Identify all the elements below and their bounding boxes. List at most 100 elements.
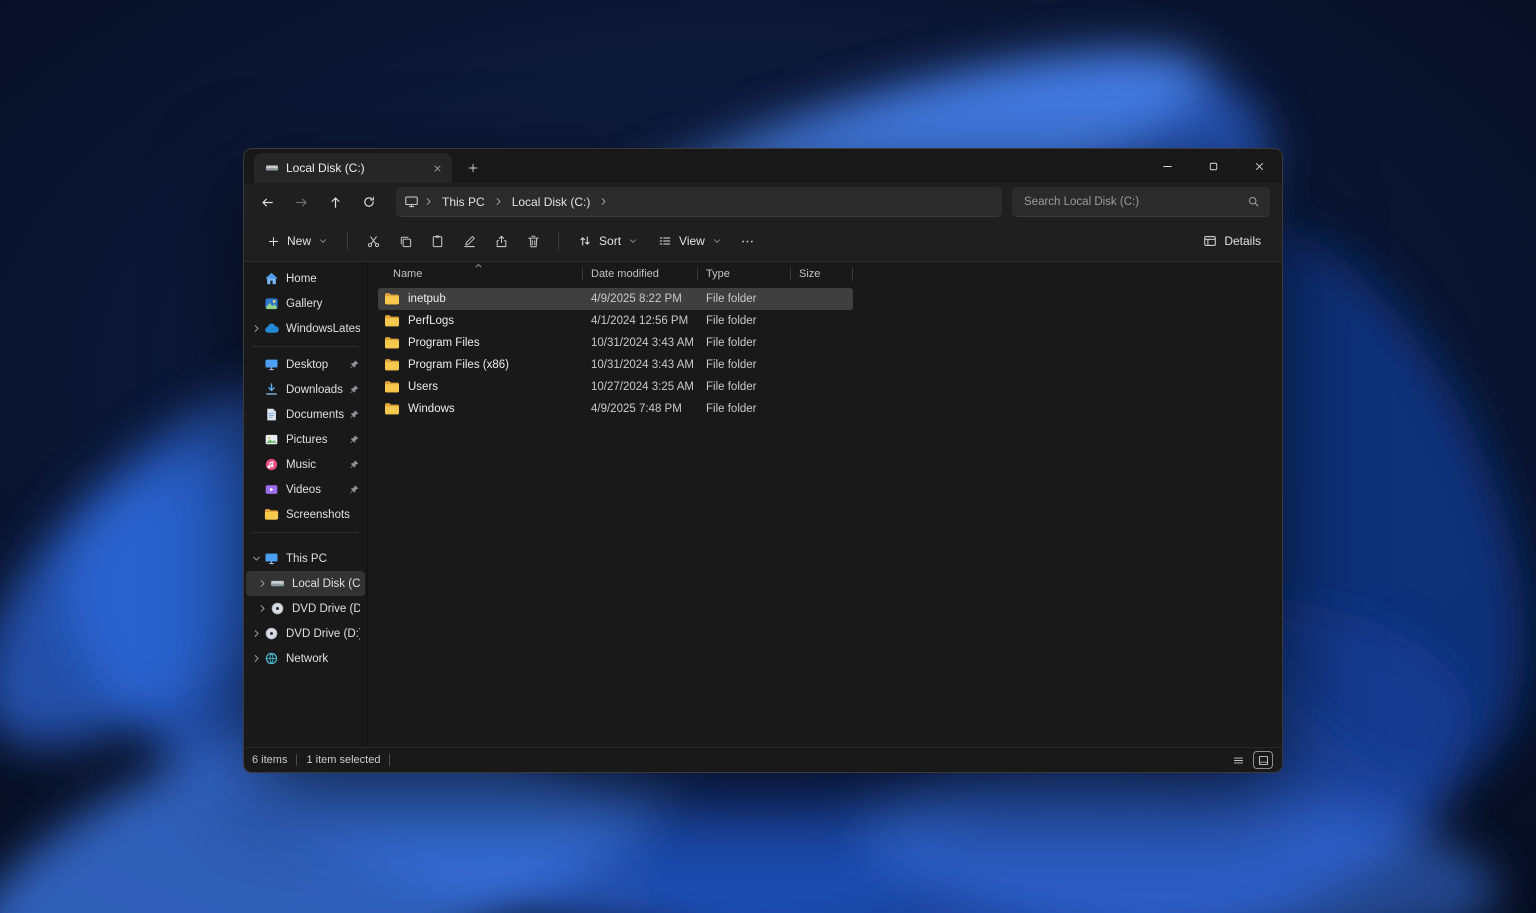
new-button[interactable]: New xyxy=(258,226,337,256)
sidebar-item-downloads[interactable]: Downloads xyxy=(246,377,365,402)
pin-icon xyxy=(349,359,360,370)
sidebar-item-dvd-drive-d[interactable]: DVD Drive (D:) CC xyxy=(246,596,365,621)
file-type: File folder xyxy=(706,381,757,393)
column-header-date-modified[interactable]: Date modified xyxy=(583,267,698,281)
sidebar-item-dvd-drive-d-2[interactable]: DVD Drive (D:) CCC xyxy=(246,621,365,646)
cut-button[interactable] xyxy=(358,226,388,256)
chevron-right-icon[interactable] xyxy=(250,627,263,640)
trash-icon xyxy=(526,234,541,249)
file-row-windows[interactable]: Windows 4/9/2025 7:48 PM File folder xyxy=(378,398,853,420)
column-header-label: Size xyxy=(799,268,821,280)
toolbar-divider xyxy=(558,231,560,251)
share-button[interactable] xyxy=(486,226,516,256)
sidebar-item-local-disk-c[interactable]: Local Disk (C:) xyxy=(246,571,365,596)
new-tab-button[interactable] xyxy=(460,155,486,181)
paste-button[interactable] xyxy=(422,226,452,256)
column-header-name[interactable]: Name xyxy=(378,267,583,281)
close-button[interactable] xyxy=(1236,149,1282,183)
pin-icon xyxy=(349,459,360,470)
file-row-users[interactable]: Users 10/27/2024 3:25 AM File folder xyxy=(378,376,853,398)
new-button-label: New xyxy=(287,234,312,248)
file-row-perflogs[interactable]: PerfLogs 4/1/2024 12:56 PM File folder xyxy=(378,310,853,332)
arrow-right-icon xyxy=(294,195,309,210)
maximize-button[interactable] xyxy=(1190,149,1236,183)
chevron-right-icon[interactable] xyxy=(493,196,504,207)
breadcrumb-local-disk[interactable]: Local Disk (C:) xyxy=(506,193,597,211)
sidebar-item-this-pc[interactable]: This PC xyxy=(246,546,365,571)
sidebar-item-label: Pictures xyxy=(286,433,328,446)
sidebar-item-onedrive[interactable]: WindowsLatest - Pr xyxy=(246,316,365,341)
sort-icon xyxy=(578,234,592,248)
sidebar-item-label: Downloads xyxy=(286,383,343,396)
copy-button[interactable] xyxy=(390,226,420,256)
folder-icon xyxy=(264,507,279,522)
chevron-down-icon[interactable] xyxy=(250,552,263,565)
chevron-right-icon[interactable] xyxy=(256,602,269,615)
delete-button[interactable] xyxy=(518,226,548,256)
sidebar-item-network[interactable]: Network xyxy=(246,646,365,671)
forward-button[interactable] xyxy=(286,187,316,217)
window-content: Home Gallery WindowsLatest - Pr Desktop xyxy=(244,262,1282,747)
column-header-type[interactable]: Type xyxy=(698,267,791,281)
sort-button[interactable]: Sort xyxy=(569,226,647,256)
sidebar-item-music[interactable]: Music xyxy=(246,452,365,477)
sidebar-item-home[interactable]: Home xyxy=(246,266,365,291)
refresh-button[interactable] xyxy=(354,187,384,217)
view-button[interactable]: View xyxy=(649,226,731,256)
column-header-label: Date modified xyxy=(591,268,659,280)
rename-button[interactable] xyxy=(454,226,484,256)
back-button[interactable] xyxy=(252,187,282,217)
pin-icon xyxy=(349,434,360,445)
breadcrumb-this-pc[interactable]: This PC xyxy=(436,193,491,211)
folder-icon xyxy=(384,313,400,329)
folder-icon xyxy=(384,357,400,373)
chevron-right-icon[interactable] xyxy=(598,196,609,207)
file-date-modified: 4/9/2025 7:48 PM xyxy=(591,403,682,415)
search-input[interactable] xyxy=(1022,194,1239,209)
sidebar-item-pictures[interactable]: Pictures xyxy=(246,427,365,452)
maximize-icon xyxy=(1207,160,1220,173)
list-view-toggle[interactable] xyxy=(1229,752,1247,768)
chevron-right-icon[interactable] xyxy=(250,652,263,665)
file-type: File folder xyxy=(706,293,757,305)
file-name: Program Files (x86) xyxy=(408,359,509,371)
network-icon xyxy=(264,651,279,666)
file-row-inetpub[interactable]: inetpub 4/9/2025 8:22 PM File folder xyxy=(378,288,853,310)
gallery-icon xyxy=(264,296,279,311)
file-row-program-files-x86[interactable]: Program Files (x86) 10/31/2024 3:43 AM F… xyxy=(378,354,853,376)
more-options-button[interactable] xyxy=(733,226,763,256)
breadcrumb[interactable]: This PC Local Disk (C:) xyxy=(396,187,1002,217)
sidebar-item-documents[interactable]: Documents xyxy=(246,402,365,427)
sidebar-item-gallery[interactable]: Gallery xyxy=(246,291,365,316)
details-pane-icon xyxy=(1203,234,1217,248)
sidebar-item-screenshots[interactable]: Screenshots xyxy=(246,502,365,527)
chevron-right-icon[interactable] xyxy=(423,196,434,207)
chevron-right-icon[interactable] xyxy=(250,322,263,335)
sidebar-separator xyxy=(252,532,359,533)
chevron-down-icon xyxy=(712,236,722,246)
sidebar-item-videos[interactable]: Videos xyxy=(246,477,365,502)
tab-local-disk-c[interactable]: Local Disk (C:) xyxy=(254,153,452,183)
column-header-size[interactable]: Size xyxy=(791,267,853,281)
sidebar-item-desktop[interactable]: Desktop xyxy=(246,352,365,377)
minimize-button[interactable] xyxy=(1144,149,1190,183)
search-icon[interactable] xyxy=(1247,195,1260,208)
details-button[interactable]: Details xyxy=(1194,226,1270,256)
rename-icon xyxy=(462,234,477,249)
search-box[interactable] xyxy=(1012,187,1270,217)
sidebar-item-label: DVD Drive (D:) CC xyxy=(292,602,360,615)
sort-ascending-caret-icon xyxy=(473,260,484,271)
file-date-modified: 10/27/2024 3:25 AM xyxy=(591,381,694,393)
file-row-program-files[interactable]: Program Files 10/31/2024 3:43 AM File fo… xyxy=(378,332,853,354)
home-icon xyxy=(264,271,279,286)
sidebar-item-label: WindowsLatest - Pr xyxy=(286,322,360,335)
large-thumbnail-view-toggle[interactable] xyxy=(1253,751,1273,769)
pin-icon xyxy=(349,484,360,495)
chevron-right-icon[interactable] xyxy=(256,577,269,590)
up-button[interactable] xyxy=(320,187,350,217)
chevron-down-icon xyxy=(628,236,638,246)
tab-close-icon[interactable] xyxy=(428,159,446,177)
this-pc-icon xyxy=(404,194,419,209)
